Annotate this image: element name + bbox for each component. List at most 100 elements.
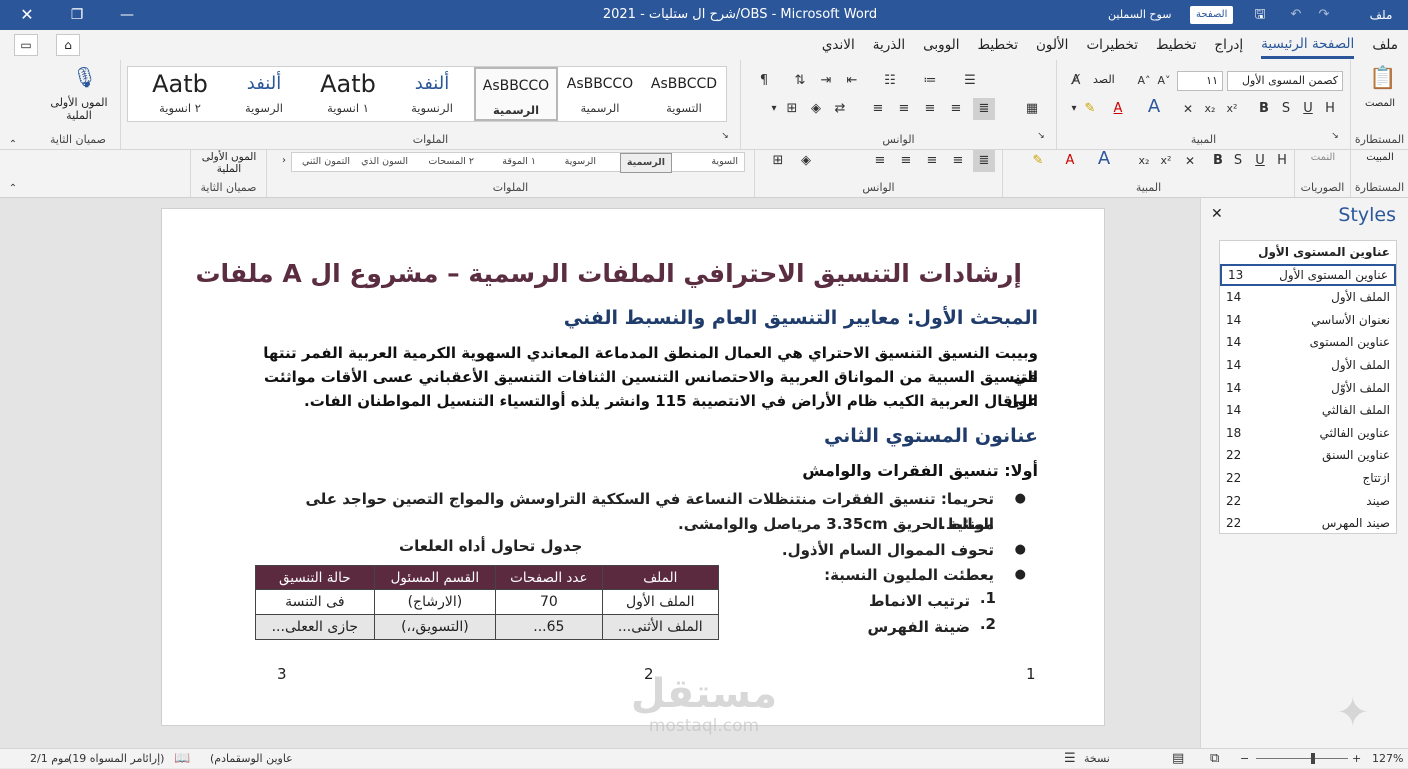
strikethrough-icon[interactable]: S: [1227, 150, 1249, 172]
tab-view[interactable]: الاندي: [822, 33, 855, 57]
style-item[interactable]: ألنفد الرسوية: [222, 67, 306, 121]
align-right-icon[interactable]: ≡: [945, 98, 967, 120]
heading-icon[interactable]: H: [1271, 150, 1293, 172]
style-list-item[interactable]: صيند 22: [1220, 490, 1396, 513]
align-center-icon[interactable]: ≡: [921, 150, 943, 172]
table-cell[interactable]: (الارشاج): [373, 589, 497, 615]
text-direction-icon[interactable]: ⇄: [829, 98, 851, 120]
style-strip-item[interactable]: السوية: [711, 153, 738, 171]
style-item[interactable]: Aatb ٢ انسوية: [138, 67, 222, 121]
style-list-item[interactable]: نعنوان الأساسي 14: [1220, 309, 1396, 332]
table-header-cell[interactable]: القسم المسئول: [373, 565, 497, 590]
tab-home[interactable]: الصفحة الرئيسية: [1261, 32, 1355, 59]
highlight-icon[interactable]: ✎: [1079, 98, 1101, 120]
cut-label[interactable]: النمت: [1295, 152, 1351, 163]
table-cell[interactable]: فى التنسة: [255, 589, 375, 615]
clear-icon[interactable]: ✕: [1179, 150, 1201, 172]
tab-mailings[interactable]: الووبى: [923, 33, 959, 57]
superscript-icon[interactable]: x²: [1155, 150, 1177, 172]
table-header-cell[interactable]: حالة التنسيق: [255, 565, 375, 590]
subscript-icon[interactable]: x₂: [1199, 98, 1221, 120]
table-cell[interactable]: جازى الععلى...: [255, 614, 375, 640]
align-right-icon[interactable]: ≡: [947, 150, 969, 172]
style-strip-item[interactable]: الرسوية: [565, 153, 596, 171]
page-count[interactable]: 2/1 موم: [30, 749, 70, 769]
style-strip-item[interactable]: التمون الثني: [302, 153, 350, 171]
clipboard-icon[interactable]: 📋: [1369, 68, 1396, 90]
align-left-icon[interactable]: ≡: [895, 150, 917, 172]
paragraph-launcher-icon[interactable]: ↘: [1030, 125, 1052, 147]
underline-icon[interactable]: U: [1249, 150, 1271, 172]
print-layout-icon[interactable]: ▤: [1172, 749, 1184, 769]
tab-layout[interactable]: الألون: [1036, 33, 1068, 57]
font-color-icon[interactable]: A: [1107, 98, 1129, 120]
align-justify-icon[interactable]: ≡: [869, 150, 891, 172]
heading-icon[interactable]: H: [1319, 98, 1341, 120]
align-left-icon[interactable]: ≡: [893, 98, 915, 120]
table-cell[interactable]: الملف الأول: [601, 589, 720, 615]
bold-icon[interactable]: B: [1207, 150, 1229, 172]
bullet-text-cont[interactable]: مونئية الحريق 3.35cm مرياصل والوامشى.: [254, 512, 994, 537]
style-item[interactable]: AsBBCCO الرسمية: [558, 67, 642, 121]
tab-draw[interactable]: تخطيط: [1156, 33, 1196, 57]
focus-icon[interactable]: ☰: [1064, 749, 1076, 769]
text-effects-icon[interactable]: A: [1093, 148, 1115, 170]
change-case[interactable]: الصد: [1093, 73, 1115, 86]
style-list-item[interactable]: عناوين المستوى 14: [1220, 331, 1396, 354]
align-distributed-icon[interactable]: ≣: [973, 98, 995, 120]
align-center-icon[interactable]: ≡: [919, 98, 941, 120]
style-item[interactable]: AsBBCCD التسوية: [642, 67, 726, 121]
pilcrow-icon[interactable]: ¶: [753, 70, 775, 92]
document-title[interactable]: إرشادات التنسيق الاحترافي الملفات الرسمي…: [162, 259, 1022, 288]
styles-launcher-icon[interactable]: ↘: [714, 125, 736, 147]
text-effects-icon[interactable]: A: [1143, 96, 1165, 118]
style-list-item[interactable]: ازتتاج 22: [1220, 467, 1396, 490]
bold-icon[interactable]: B: [1253, 98, 1275, 120]
save-icon[interactable]: 🖫: [1248, 0, 1272, 30]
table-cell[interactable]: 65...: [495, 614, 603, 640]
zoom-out-icon[interactable]: −: [1240, 749, 1249, 769]
dictate-label[interactable]: الموں الأولى الملية: [40, 96, 118, 122]
tab-file[interactable]: ملف: [1372, 33, 1398, 57]
style-item-selected[interactable]: AsBBCCO الرسمية: [474, 67, 558, 121]
tab-design[interactable]: تخطيرات: [1086, 33, 1138, 57]
close-icon[interactable]: ✕: [1211, 206, 1223, 222]
table-header-cell[interactable]: الملف: [601, 565, 720, 590]
word-count[interactable]: (إرائامر المسواه 19): [68, 749, 164, 769]
redo-icon[interactable]: ↷: [1312, 0, 1336, 30]
numbered-list-icon[interactable]: ≔: [919, 70, 941, 92]
style-strip-item[interactable]: السون الذي: [361, 153, 408, 171]
borders-icon[interactable]: ⊞: [767, 150, 789, 172]
style-list-item[interactable]: صيند المهرس 22: [1220, 512, 1396, 535]
grow-font-icon[interactable]: A˄: [1133, 70, 1155, 92]
layout-badge[interactable]: الصفحة: [1190, 6, 1234, 24]
highlight-icon[interactable]: ✎: [1027, 150, 1049, 172]
table-cell[interactable]: 70: [495, 589, 603, 615]
indent-icon[interactable]: ⇥: [815, 70, 837, 92]
collapse-ribbon-icon[interactable]: ⌃: [2, 178, 24, 200]
dictate-label[interactable]: الموں الأولى الملية: [193, 151, 265, 175]
font-color-icon[interactable]: A: [1059, 150, 1081, 172]
tab-review[interactable]: الذرية: [873, 33, 905, 57]
table-header-cell[interactable]: عدد الصفحات: [495, 565, 603, 590]
subscript-icon[interactable]: x₂: [1133, 150, 1155, 172]
style-list-item[interactable]: الملف الأول 14: [1220, 354, 1396, 377]
style-list-item[interactable]: الملف الفالثي 14: [1220, 399, 1396, 422]
data-table[interactable]: الملف عدد الصفحات القسم المسئول حالة الت…: [255, 565, 720, 640]
undo-icon[interactable]: ↶: [1284, 0, 1308, 30]
tab-insert[interactable]: إدراج: [1214, 33, 1243, 57]
microphone-icon[interactable]: 🎙: [72, 66, 97, 88]
table-caption[interactable]: جدول تحاول أداه العلعات: [399, 537, 582, 555]
document-canvas[interactable]: إرشادات التنسيق الاحترافي الملفات الرسمي…: [0, 198, 1200, 748]
paste-label[interactable]: المبيت: [1351, 152, 1408, 163]
tab-references[interactable]: تخطيط: [978, 33, 1018, 57]
clear-icon[interactable]: ✕: [1177, 98, 1199, 120]
clear-format-icon[interactable]: A̸: [1065, 70, 1087, 92]
align-distributed-icon[interactable]: ≣: [973, 150, 995, 172]
style-list-item[interactable]: عناوين الفالثي 18: [1220, 422, 1396, 445]
bullet-list-icon[interactable]: ☰: [959, 70, 981, 92]
underline-icon[interactable]: U: [1297, 98, 1319, 120]
font-size-select[interactable]: ١١: [1177, 71, 1223, 91]
shading-icon[interactable]: ◈: [805, 98, 827, 120]
proofing-icon[interactable]: 📖: [174, 749, 190, 769]
